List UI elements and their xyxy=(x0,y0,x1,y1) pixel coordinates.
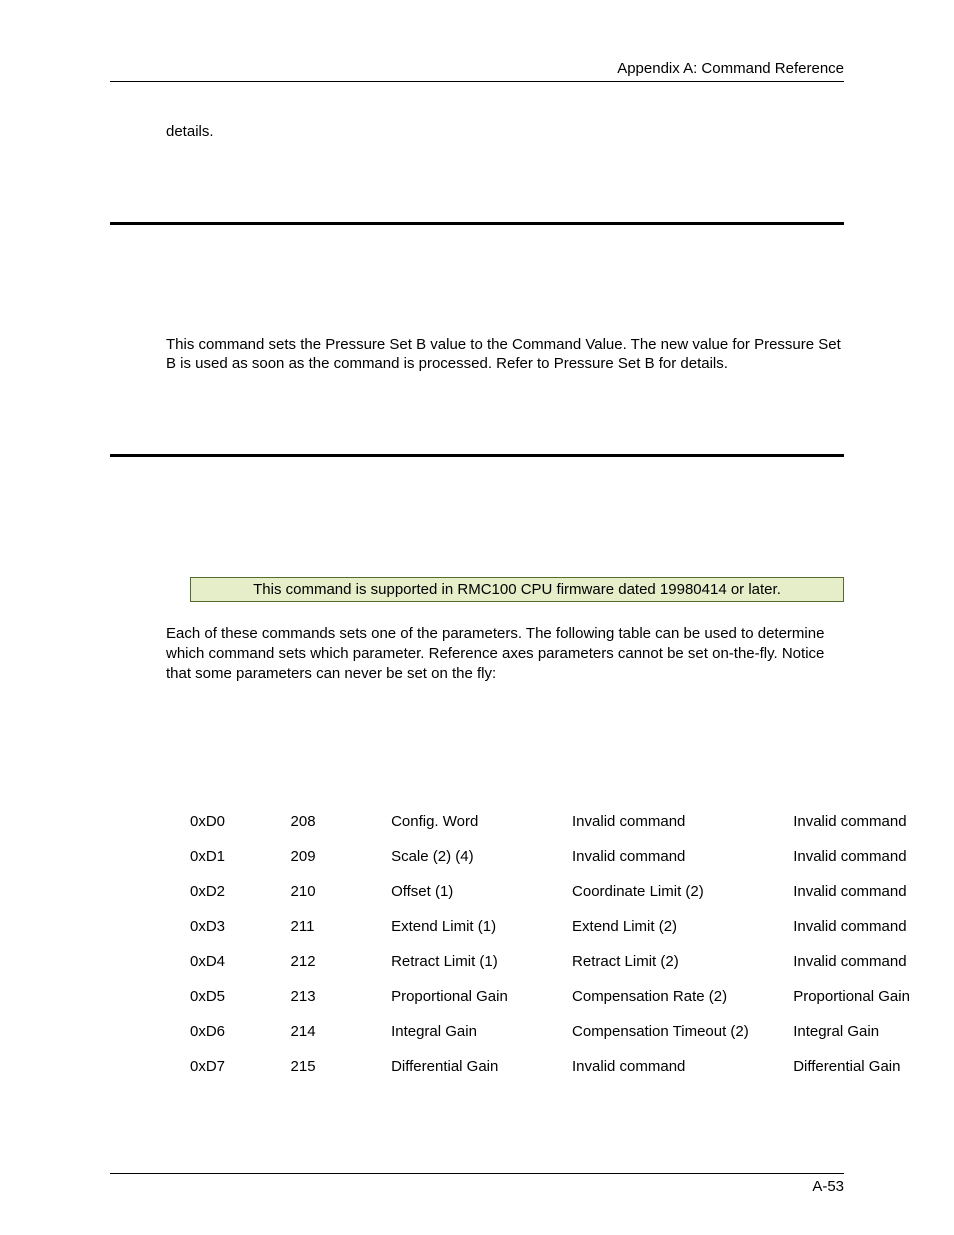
page-footer: A-53 xyxy=(110,1173,844,1195)
table-row: 0xD7 215 Differential Gain Invalid comma… xyxy=(190,1049,944,1084)
cell-ref1: Compensation Rate (2) xyxy=(572,979,793,1014)
table-row: 0xD6 214 Integral Gain Compensation Time… xyxy=(190,1014,944,1049)
cell-ref2: Invalid command xyxy=(793,874,944,909)
parameter-intro-paragraph: Each of these commands sets one of the p… xyxy=(166,624,844,685)
cell-hex: 0xD2 xyxy=(190,874,291,909)
cell-ref2: Invalid command xyxy=(793,804,944,839)
cell-ref2: Invalid command xyxy=(793,944,944,979)
cell-param: Scale (2) (4) xyxy=(391,839,572,874)
cell-hex: 0xD6 xyxy=(190,1014,291,1049)
cell-hex: 0xD4 xyxy=(190,944,291,979)
cell-ref1: Compensation Timeout (2) xyxy=(572,1014,793,1049)
table-row: 0xD5 213 Proportional Gain Compensation … xyxy=(190,979,944,1014)
table-row: 0xD2 210 Offset (1) Coordinate Limit (2)… xyxy=(190,874,944,909)
cell-ref2: Integral Gain xyxy=(793,1014,944,1049)
header-title: Appendix A: Command Reference xyxy=(617,60,844,77)
cell-param: Retract Limit (1) xyxy=(391,944,572,979)
cell-dec: 213 xyxy=(291,979,392,1014)
cell-hex: 0xD5 xyxy=(190,979,291,1014)
cell-ref2: Invalid command xyxy=(793,839,944,874)
page-number: A-53 xyxy=(812,1178,844,1195)
cell-param: Differential Gain xyxy=(391,1049,572,1084)
cell-dec: 210 xyxy=(291,874,392,909)
cell-hex: 0xD7 xyxy=(190,1049,291,1084)
cell-ref2: Invalid command xyxy=(793,909,944,944)
cell-ref2: Differential Gain xyxy=(793,1049,944,1084)
cell-hex: 0xD3 xyxy=(190,909,291,944)
cell-ref1: Retract Limit (2) xyxy=(572,944,793,979)
cell-dec: 212 xyxy=(291,944,392,979)
cell-ref1: Coordinate Limit (2) xyxy=(572,874,793,909)
cell-ref1: Invalid command xyxy=(572,839,793,874)
cell-param: Config. Word xyxy=(391,804,572,839)
firmware-note-text: This command is supported in RMC100 CPU … xyxy=(253,581,781,598)
table-row: 0xD1 209 Scale (2) (4) Invalid command I… xyxy=(190,839,944,874)
table-row: 0xD0 208 Config. Word Invalid command In… xyxy=(190,804,944,839)
cell-ref1: Invalid command xyxy=(572,804,793,839)
pressure-set-b-description: This command sets the Pressure Set B val… xyxy=(166,335,844,374)
cell-dec: 215 xyxy=(291,1049,392,1084)
cell-param: Offset (1) xyxy=(391,874,572,909)
trailing-details-word: details. xyxy=(166,122,844,142)
cell-ref1: Extend Limit (2) xyxy=(572,909,793,944)
cell-dec: 211 xyxy=(291,909,392,944)
cell-ref2: Proportional Gain xyxy=(793,979,944,1014)
cell-param: Extend Limit (1) xyxy=(391,909,572,944)
cell-dec: 214 xyxy=(291,1014,392,1049)
cell-hex: 0xD1 xyxy=(190,839,291,874)
cell-hex: 0xD0 xyxy=(190,804,291,839)
cell-ref1: Invalid command xyxy=(572,1049,793,1084)
cell-dec: 209 xyxy=(291,839,392,874)
cell-dec: 208 xyxy=(291,804,392,839)
cell-param: Proportional Gain xyxy=(391,979,572,1014)
firmware-note-box: This command is supported in RMC100 CPU … xyxy=(190,577,844,602)
command-parameter-table: 0xD0 208 Config. Word Invalid command In… xyxy=(190,804,944,1084)
cell-param: Integral Gain xyxy=(391,1014,572,1049)
table-row: 0xD4 212 Retract Limit (1) Retract Limit… xyxy=(190,944,944,979)
table-row: 0xD3 211 Extend Limit (1) Extend Limit (… xyxy=(190,909,944,944)
page-header: Appendix A: Command Reference xyxy=(110,60,844,82)
